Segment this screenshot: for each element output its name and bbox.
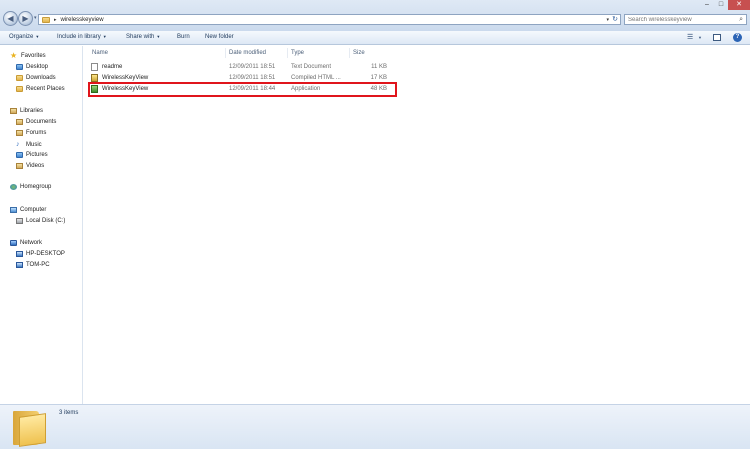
maximize-button[interactable]: □ xyxy=(714,0,728,10)
navigation-pane: ★ Favorites Desktop Downloads Recent Pla… xyxy=(0,46,83,404)
column-header-name[interactable]: Name xyxy=(89,48,226,58)
network-computer-icon xyxy=(16,262,23,268)
item-count: 3 items xyxy=(59,410,79,416)
music-icon: ♪ xyxy=(16,141,20,148)
nav-item-pictures[interactable]: Pictures xyxy=(16,152,48,158)
nav-item-forums[interactable]: Forums xyxy=(16,130,46,136)
file-list: Name Date modified Type Size readme 12/0… xyxy=(84,46,750,404)
view-options-dropdown-icon[interactable]: ▼ xyxy=(698,35,702,40)
nav-item-label: Recent Places xyxy=(26,86,65,92)
documents-icon xyxy=(16,119,23,125)
search-box[interactable]: ⌕ xyxy=(624,14,747,25)
computer-icon xyxy=(10,207,17,213)
downloads-icon xyxy=(16,75,23,81)
nav-libraries-label: Libraries xyxy=(20,108,44,114)
chevron-down-icon: ▼ xyxy=(102,34,107,39)
text-file-icon xyxy=(91,63,98,71)
help-file-icon xyxy=(91,74,98,82)
libraries-icon xyxy=(10,108,17,114)
network-computer-icon xyxy=(16,251,23,257)
highlight-annotation-box xyxy=(88,82,397,97)
file-name: readme xyxy=(102,64,123,70)
hard-disk-icon xyxy=(16,218,23,224)
preview-pane-icon[interactable] xyxy=(713,34,721,41)
back-button[interactable]: ◀ xyxy=(3,11,18,26)
network-icon xyxy=(10,240,17,246)
nav-homegroup-label: Homegroup xyxy=(20,184,52,190)
nav-item-desktop[interactable]: Desktop xyxy=(16,64,48,70)
nav-item-label: HP-DESKTOP xyxy=(26,251,65,257)
chevron-down-icon: ▼ xyxy=(35,34,40,39)
nav-item-label: Documents xyxy=(26,119,57,125)
file-date: 12/09/2011 18:51 xyxy=(229,64,276,70)
refresh-icon[interactable]: ↻ xyxy=(612,15,618,23)
close-button[interactable]: ✕ xyxy=(728,0,750,10)
file-type: Text Document xyxy=(291,64,332,70)
share-with-button[interactable]: Share with ▼ xyxy=(126,34,160,40)
forward-arrow-icon: ▶ xyxy=(22,13,29,23)
back-arrow-icon: ◀ xyxy=(7,13,14,23)
nav-network[interactable]: Network xyxy=(10,240,42,246)
desktop-icon xyxy=(16,64,23,70)
folder-icon xyxy=(42,16,50,23)
nav-item-label: Music xyxy=(26,141,42,148)
nav-item-hp-desktop[interactable]: HP-DESKTOP xyxy=(16,251,65,257)
nav-homegroup[interactable]: Homegroup xyxy=(10,184,51,190)
new-folder-button[interactable]: New folder xyxy=(205,34,234,40)
column-header-date-modified[interactable]: Date modified xyxy=(226,48,288,58)
homegroup-icon xyxy=(10,184,17,190)
nav-favorites[interactable]: ★ Favorites xyxy=(10,52,46,60)
videos-icon xyxy=(16,163,23,169)
nav-item-label: Forums xyxy=(26,130,47,136)
command-bar: Organize ▼ Include in library ▼ Share with… xyxy=(0,31,750,45)
include-in-library-button[interactable]: Include in library ▼ xyxy=(57,34,107,40)
nav-item-label: Videos xyxy=(26,163,45,169)
organize-button[interactable]: Organize ▼ xyxy=(9,34,39,40)
nav-item-label: TOM-PC xyxy=(26,262,50,268)
file-row[interactable]: readme 12/09/2011 18:51 Text Document 11… xyxy=(89,62,393,72)
breadcrumb-separator-icon[interactable]: ▸ xyxy=(54,17,57,23)
breadcrumb-current-folder[interactable]: wirelesskeyview xyxy=(61,17,104,23)
nav-item-music[interactable]: ♪ Music xyxy=(16,141,42,148)
nav-item-tom-pc[interactable]: TOM-PC xyxy=(16,262,50,268)
file-size: 11 KB xyxy=(371,64,387,70)
share-with-label: Share with xyxy=(126,34,155,40)
search-icon[interactable]: ⌕ xyxy=(739,16,743,24)
column-header-size[interactable]: Size xyxy=(350,48,390,58)
help-icon[interactable]: ? xyxy=(733,33,742,42)
chevron-down-icon: ▼ xyxy=(156,34,161,39)
include-in-library-label: Include in library xyxy=(57,34,101,40)
nav-libraries[interactable]: Libraries xyxy=(10,108,43,114)
nav-computer[interactable]: Computer xyxy=(10,207,46,213)
recent-places-icon xyxy=(16,86,23,92)
nav-favorites-label: Favorites xyxy=(21,53,46,59)
search-input[interactable] xyxy=(628,15,736,24)
nav-item-videos[interactable]: Videos xyxy=(16,163,44,169)
pictures-icon xyxy=(16,152,23,158)
minimize-button[interactable]: – xyxy=(700,0,714,10)
nav-network-label: Network xyxy=(20,240,43,246)
nav-item-documents[interactable]: Documents xyxy=(16,119,56,125)
nav-item-recent-places[interactable]: Recent Places xyxy=(16,86,65,92)
recent-pages-dropdown-icon[interactable]: ▾ xyxy=(34,15,37,21)
organize-label: Organize xyxy=(9,34,34,40)
nav-item-label: Local Disk (C:) xyxy=(26,218,66,224)
nav-item-label: Pictures xyxy=(26,152,48,158)
details-pane: 3 items xyxy=(0,404,750,449)
address-bar-area: ◀ ▶ ▾ ▸ wirelesskeyview ▾ ↻ ⌕ – □ ✕ xyxy=(0,0,750,31)
nav-item-downloads[interactable]: Downloads xyxy=(16,75,56,81)
forums-icon xyxy=(16,130,23,136)
change-view-icon[interactable]: ☰ xyxy=(687,33,693,41)
large-folder-icon xyxy=(13,409,46,447)
column-header-type[interactable]: Type xyxy=(288,48,350,58)
address-field[interactable]: ▸ wirelesskeyview ▾ ↻ xyxy=(38,14,621,25)
address-dropdown-icon[interactable]: ▾ xyxy=(606,17,609,23)
forward-button[interactable]: ▶ xyxy=(18,11,33,26)
nav-item-label: Downloads xyxy=(26,75,56,81)
nav-item-local-disk[interactable]: Local Disk (C:) xyxy=(16,218,65,224)
burn-button[interactable]: Burn xyxy=(177,34,190,40)
nav-item-label: Desktop xyxy=(26,64,49,70)
nav-computer-label: Computer xyxy=(20,207,47,213)
star-icon: ★ xyxy=(10,51,18,60)
